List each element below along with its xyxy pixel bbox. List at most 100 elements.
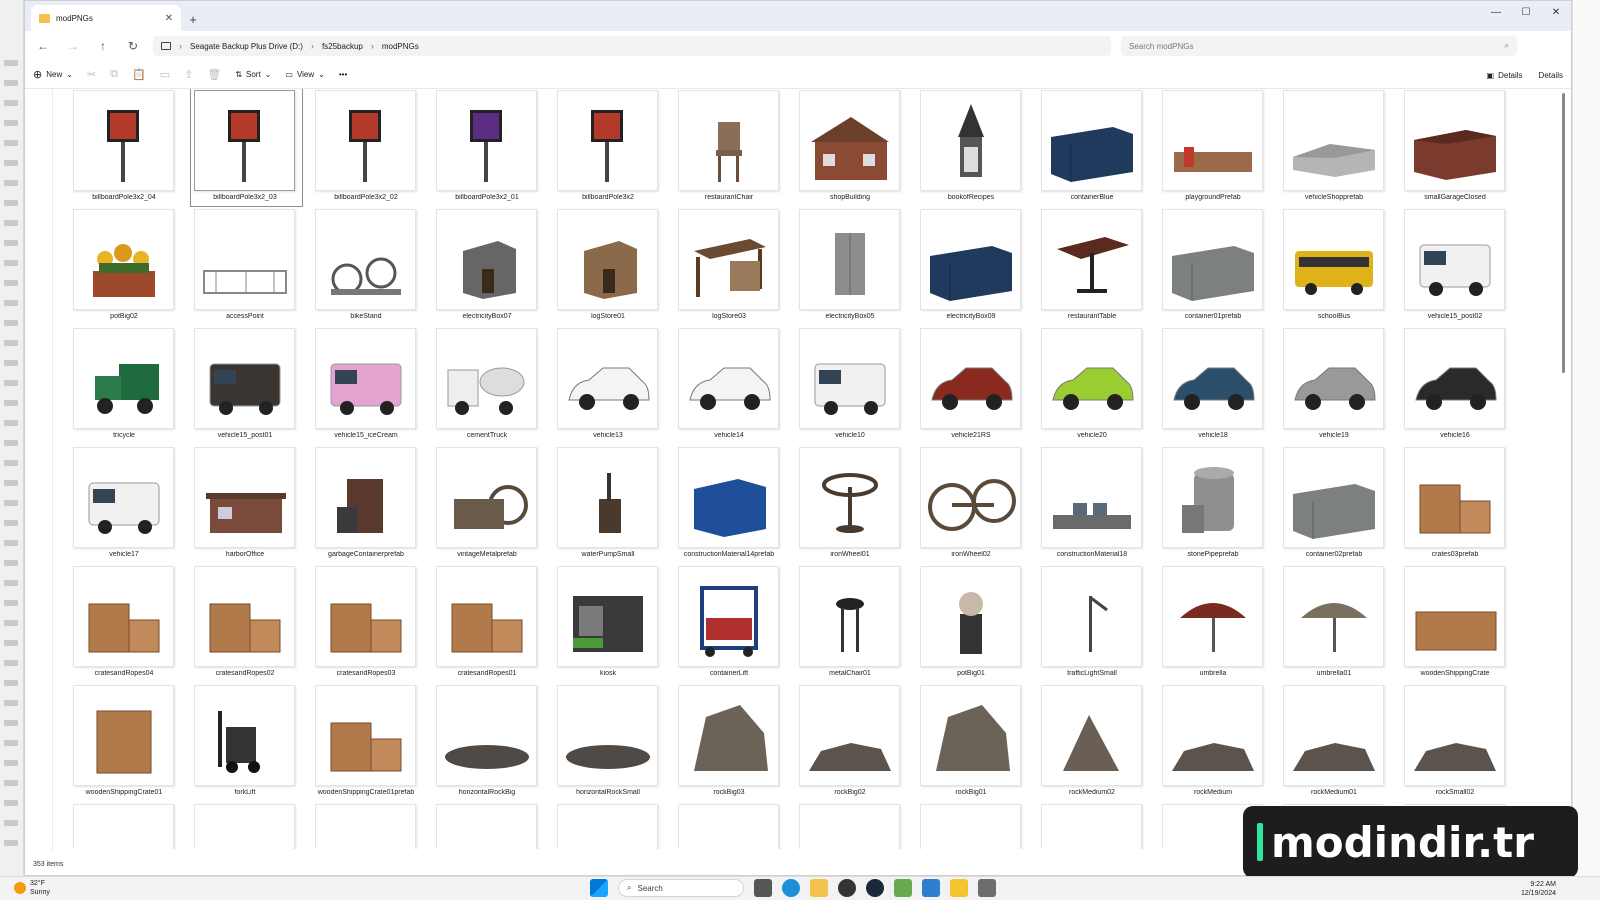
file-item[interactable]: rockBig03 bbox=[674, 684, 795, 803]
file-thumbnail[interactable] bbox=[799, 328, 900, 429]
file-thumbnail[interactable] bbox=[1404, 328, 1505, 429]
file-item-partial[interactable] bbox=[69, 803, 190, 849]
file-item[interactable]: vintageMetalprefab bbox=[432, 446, 553, 565]
file-item[interactable]: electricityBox07 bbox=[432, 208, 553, 327]
file-item[interactable]: rockMedium01 bbox=[1279, 684, 1400, 803]
file-thumbnail[interactable] bbox=[436, 90, 537, 191]
file-item[interactable]: vehicle17 bbox=[69, 446, 190, 565]
file-thumbnail[interactable] bbox=[678, 209, 779, 310]
file-thumbnail[interactable] bbox=[920, 328, 1021, 429]
file-thumbnail[interactable] bbox=[73, 685, 174, 786]
forward-button[interactable]: → bbox=[63, 36, 83, 56]
file-item[interactable]: shopBuilding bbox=[795, 89, 916, 208]
file-thumbnail[interactable] bbox=[920, 685, 1021, 786]
file-item[interactable]: woodenShippingCrate bbox=[1400, 565, 1521, 684]
file-item-partial[interactable] bbox=[795, 803, 916, 849]
file-item[interactable]: containerLift bbox=[674, 565, 795, 684]
file-thumbnail[interactable] bbox=[73, 804, 174, 849]
rename-button[interactable]: ▭ bbox=[160, 68, 170, 81]
file-item[interactable]: billboardPole3x2 bbox=[553, 89, 674, 208]
file-thumbnail[interactable] bbox=[678, 566, 779, 667]
file-item[interactable]: potBig02 bbox=[69, 208, 190, 327]
file-thumbnail[interactable] bbox=[678, 328, 779, 429]
file-item[interactable]: containerBlue bbox=[1037, 89, 1158, 208]
file-item[interactable]: potBig01 bbox=[916, 565, 1037, 684]
file-thumbnail[interactable] bbox=[1041, 804, 1142, 849]
file-item[interactable]: vehicle14 bbox=[674, 327, 795, 446]
view-button[interactable]: ▭ View ⌄ bbox=[285, 70, 324, 79]
file-thumbnail[interactable] bbox=[315, 328, 416, 429]
file-thumbnail[interactable] bbox=[678, 90, 779, 191]
file-thumbnail[interactable] bbox=[436, 685, 537, 786]
file-item-partial[interactable] bbox=[916, 803, 1037, 849]
paste-button[interactable]: 📋 bbox=[132, 68, 146, 81]
file-thumbnail[interactable] bbox=[194, 685, 295, 786]
file-item[interactable]: container02prefab bbox=[1279, 446, 1400, 565]
file-item[interactable]: woodenShippingCrate01prefab bbox=[311, 684, 432, 803]
file-thumbnail[interactable] bbox=[1404, 685, 1505, 786]
file-item[interactable]: container01prefab bbox=[1158, 208, 1279, 327]
file-thumbnail[interactable] bbox=[1162, 209, 1263, 310]
file-item[interactable]: logStore01 bbox=[553, 208, 674, 327]
file-item[interactable]: vehicle16 bbox=[1400, 327, 1521, 446]
file-item[interactable]: billboardPole3x2_03 bbox=[190, 89, 311, 208]
copy-button[interactable]: ⧉ bbox=[110, 68, 118, 81]
file-item[interactable]: accessPoint bbox=[190, 208, 311, 327]
file-item[interactable]: harborOffice bbox=[190, 446, 311, 565]
file-thumbnail[interactable] bbox=[920, 90, 1021, 191]
file-item[interactable]: rockSmall02 bbox=[1400, 684, 1521, 803]
file-item[interactable]: forkLift bbox=[190, 684, 311, 803]
file-item[interactable]: vehicle21RS bbox=[916, 327, 1037, 446]
file-item[interactable]: cratesandRopes04 bbox=[69, 565, 190, 684]
up-button[interactable]: ↑ bbox=[93, 36, 113, 56]
file-item[interactable]: rockBig01 bbox=[916, 684, 1037, 803]
file-item[interactable]: metalChair01 bbox=[795, 565, 916, 684]
file-thumbnail[interactable] bbox=[678, 685, 779, 786]
file-thumbnail[interactable] bbox=[678, 447, 779, 548]
file-item[interactable]: billboardPole3x2_04 bbox=[69, 89, 190, 208]
file-item-partial[interactable] bbox=[311, 803, 432, 849]
more-options-button[interactable]: ••• bbox=[339, 70, 347, 79]
file-item[interactable]: rockBig02 bbox=[795, 684, 916, 803]
file-item[interactable]: ironWheel01 bbox=[795, 446, 916, 565]
file-item[interactable]: electricityBox09 bbox=[916, 208, 1037, 327]
file-item[interactable]: rockMedium bbox=[1158, 684, 1279, 803]
file-item[interactable]: crates03prefab bbox=[1400, 446, 1521, 565]
file-explorer-icon[interactable] bbox=[810, 879, 828, 897]
file-thumbnail[interactable] bbox=[1404, 447, 1505, 548]
file-thumbnail[interactable] bbox=[1041, 447, 1142, 548]
file-item[interactable]: restaurantTable bbox=[1037, 208, 1158, 327]
windows-start-icon[interactable] bbox=[590, 879, 608, 897]
file-item[interactable]: schoolBus bbox=[1279, 208, 1400, 327]
file-item[interactable]: stonePipeprefab bbox=[1158, 446, 1279, 565]
file-thumbnail[interactable] bbox=[557, 685, 658, 786]
file-thumbnail[interactable] bbox=[315, 447, 416, 548]
minimize-button[interactable]: — bbox=[1481, 1, 1511, 23]
file-item[interactable]: rockMedium02 bbox=[1037, 684, 1158, 803]
file-thumbnail[interactable] bbox=[1283, 685, 1384, 786]
file-thumbnail[interactable] bbox=[1283, 209, 1384, 310]
file-item[interactable]: horizontalRockSmall bbox=[553, 684, 674, 803]
file-thumbnail[interactable] bbox=[1162, 328, 1263, 429]
editor-icon[interactable] bbox=[894, 879, 912, 897]
app-icon-2[interactable] bbox=[978, 879, 996, 897]
file-item[interactable]: vehicle15_post02 bbox=[1400, 208, 1521, 327]
file-item[interactable]: cementTruck bbox=[432, 327, 553, 446]
file-item[interactable]: tricycle bbox=[69, 327, 190, 446]
file-item-partial[interactable] bbox=[432, 803, 553, 849]
file-thumbnail[interactable] bbox=[1283, 328, 1384, 429]
file-thumbnail[interactable] bbox=[557, 90, 658, 191]
file-thumbnail[interactable] bbox=[557, 209, 658, 310]
file-thumbnail[interactable] bbox=[799, 209, 900, 310]
file-thumbnail[interactable] bbox=[1162, 90, 1263, 191]
file-item-partial[interactable] bbox=[190, 803, 311, 849]
file-item[interactable]: logStore03 bbox=[674, 208, 795, 327]
file-thumbnail[interactable] bbox=[1404, 90, 1505, 191]
file-thumbnail[interactable] bbox=[194, 566, 295, 667]
file-thumbnail[interactable] bbox=[73, 566, 174, 667]
file-item[interactable]: cratesandRopes03 bbox=[311, 565, 432, 684]
new-tab-button[interactable]: + bbox=[181, 7, 205, 31]
file-item[interactable]: trafficLightSmall bbox=[1037, 565, 1158, 684]
file-item[interactable]: vehicle10 bbox=[795, 327, 916, 446]
sort-button[interactable]: ⇅ Sort ⌄ bbox=[235, 70, 271, 79]
